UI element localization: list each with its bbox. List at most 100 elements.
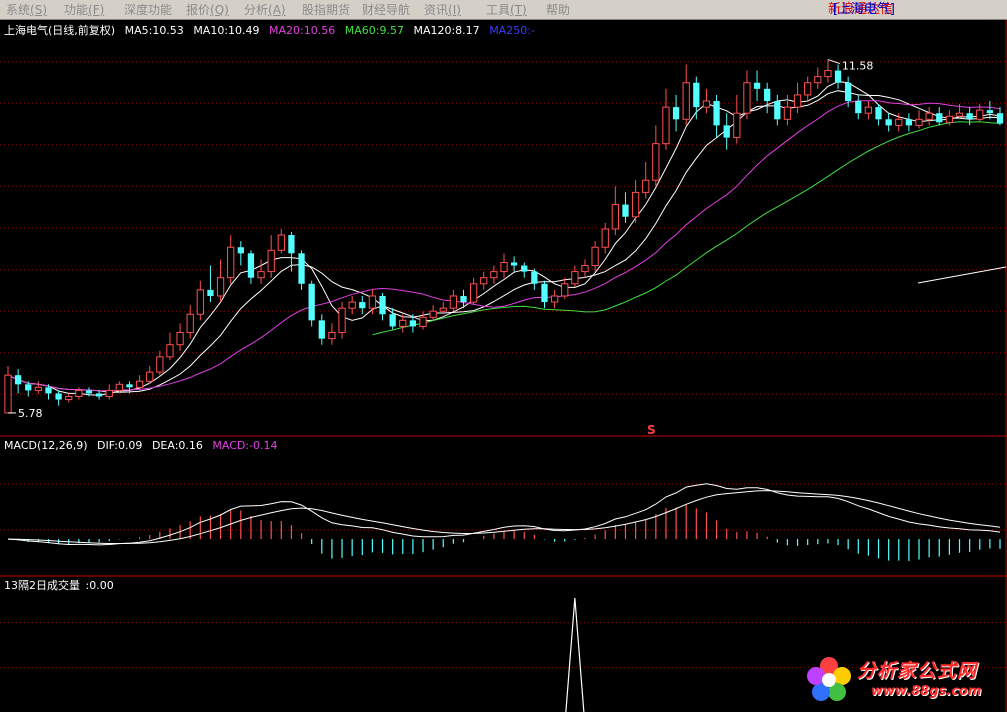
candle [541, 280, 548, 309]
candle-body [469, 283, 478, 303]
candle-body [207, 289, 214, 296]
candle-body [429, 310, 437, 318]
flower-logo-icon [807, 657, 851, 701]
candle [480, 271, 488, 290]
candle [702, 88, 711, 114]
candle-body [25, 384, 32, 391]
candle [875, 104, 882, 126]
candle-body [14, 375, 22, 385]
menu-analysis[interactable]: 分析(A) [244, 2, 286, 18]
candle-body [864, 106, 873, 114]
candle [338, 302, 346, 339]
candle-body [905, 119, 913, 126]
candle [521, 262, 528, 278]
candle-body [561, 283, 569, 297]
candle [166, 332, 174, 360]
signal-marker: S [647, 423, 656, 437]
candle [500, 253, 508, 278]
legend-dif: DIF:0.09 [97, 439, 143, 452]
volume-spike [565, 597, 585, 712]
candle-body [318, 320, 325, 339]
candle [936, 107, 943, 126]
candle-body [966, 113, 973, 120]
candle [550, 289, 559, 309]
candle [490, 265, 498, 284]
candle [196, 280, 204, 321]
volume-pane [565, 597, 585, 712]
candle [824, 59, 832, 83]
menu-bar: 系统(S) 功能(F) 深度功能 报价(Q) 分析(A) 股指期货 财经导航 资… [0, 0, 1007, 20]
menu-depth-function[interactable]: 深度功能 [124, 2, 172, 18]
candle-body [176, 332, 184, 346]
candle [662, 88, 670, 150]
legend-title: 上海电气(日线,前复权) [4, 24, 116, 37]
candle-body [439, 307, 447, 312]
candle-body [227, 246, 235, 279]
candle-body [500, 261, 508, 273]
candle [146, 366, 154, 385]
candle-body [449, 295, 458, 309]
ma10-line [7, 90, 1001, 393]
trading-app-window: 系统(S) 功能(F) 深度功能 报价(Q) 分析(A) 股指期货 财经导航 资… [0, 0, 1007, 712]
candle-body [4, 374, 12, 414]
legend-macd: MACD:-0.14 [212, 439, 278, 452]
candle-body [267, 249, 275, 273]
chart-annotations: 11.58 5.78 S [8, 59, 873, 437]
legend-ma250: MA250:- [489, 24, 535, 37]
candle-body [783, 106, 792, 120]
menu-quote[interactable]: 报价(Q) [186, 2, 229, 18]
menu-function[interactable]: 功能(F) [64, 2, 104, 18]
watermark: 分析家公式网 www.88gs.com [801, 652, 1001, 708]
candle [328, 323, 336, 345]
candle [379, 292, 386, 321]
candle [672, 94, 680, 132]
candle-body [955, 112, 964, 117]
candle [996, 107, 1004, 126]
volume-legend-value: :0.00 [85, 579, 114, 592]
candle [591, 241, 599, 272]
menu-system[interactable]: 系统(S) [6, 2, 47, 18]
menu-finance-nav[interactable]: 财经导航 [362, 2, 410, 18]
price-pane [4, 59, 1007, 414]
candle-body [65, 395, 73, 401]
candle-body [328, 332, 336, 340]
volume-legend: 13隔2日成交量 :0.00 [4, 579, 120, 592]
candle [531, 268, 538, 290]
candle-body [480, 277, 488, 285]
candle-body [824, 70, 832, 78]
menu-help[interactable]: 帮助 [546, 2, 570, 18]
stock-chart[interactable]: 11.58 5.78 S [0, 20, 1007, 712]
candle-body [855, 101, 862, 114]
candle [814, 67, 822, 89]
candle [855, 94, 862, 120]
menu-tools[interactable]: 工具(T) [486, 2, 527, 18]
candle-body [895, 118, 903, 126]
menu-stock-futures[interactable]: 股指期货 [302, 2, 350, 18]
candle-body [996, 113, 1004, 124]
candle-body [368, 295, 377, 309]
candle-body [409, 320, 417, 327]
candle-body [936, 113, 943, 123]
candle-body [976, 109, 984, 120]
candle [298, 250, 305, 290]
candle [905, 113, 913, 132]
candle [288, 232, 295, 272]
candle [834, 64, 842, 89]
candle-body [186, 313, 194, 334]
candle [723, 113, 730, 150]
high-marker-line [827, 59, 841, 65]
candle [318, 314, 325, 345]
candle-body [804, 82, 812, 96]
candle [642, 161, 650, 199]
candle-body [115, 383, 123, 391]
watermark-title: 分析家公式网 [857, 660, 978, 682]
candle [764, 82, 771, 114]
candle-body [571, 271, 579, 285]
candle [348, 295, 356, 315]
candle-body [359, 302, 366, 309]
candle [783, 94, 792, 126]
menu-news[interactable]: 资讯(I) [424, 2, 461, 18]
candle-body [753, 82, 761, 89]
candle-body [348, 301, 356, 309]
candle-body [379, 295, 386, 315]
